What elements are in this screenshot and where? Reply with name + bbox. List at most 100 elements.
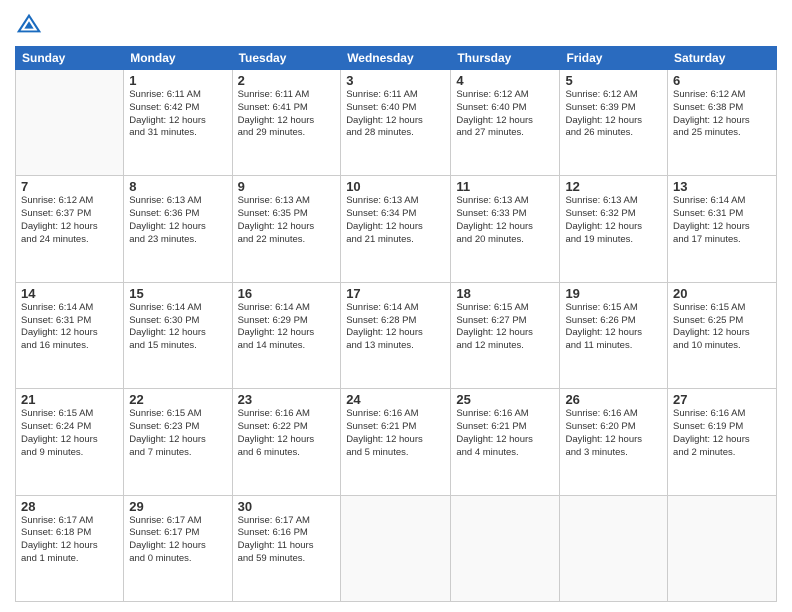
week-row-5: 28Sunrise: 6:17 AM Sunset: 6:18 PM Dayli… — [16, 495, 777, 601]
calendar-cell: 5Sunrise: 6:12 AM Sunset: 6:39 PM Daylig… — [560, 70, 668, 176]
weekday-header-saturday: Saturday — [668, 47, 777, 70]
day-info: Sunrise: 6:17 AM Sunset: 6:18 PM Dayligh… — [21, 515, 118, 566]
calendar-cell: 14Sunrise: 6:14 AM Sunset: 6:31 PM Dayli… — [16, 282, 124, 388]
day-info: Sunrise: 6:14 AM Sunset: 6:31 PM Dayligh… — [21, 302, 118, 353]
calendar-cell — [668, 495, 777, 601]
day-info: Sunrise: 6:16 AM Sunset: 6:20 PM Dayligh… — [565, 408, 662, 459]
weekday-header-sunday: Sunday — [16, 47, 124, 70]
day-info: Sunrise: 6:17 AM Sunset: 6:16 PM Dayligh… — [238, 515, 336, 566]
calendar-cell: 22Sunrise: 6:15 AM Sunset: 6:23 PM Dayli… — [124, 389, 232, 495]
calendar-cell: 13Sunrise: 6:14 AM Sunset: 6:31 PM Dayli… — [668, 176, 777, 282]
header — [15, 10, 777, 38]
day-number: 13 — [673, 179, 771, 194]
calendar-cell — [16, 70, 124, 176]
day-number: 2 — [238, 73, 336, 88]
day-info: Sunrise: 6:14 AM Sunset: 6:30 PM Dayligh… — [129, 302, 226, 353]
week-row-1: 1Sunrise: 6:11 AM Sunset: 6:42 PM Daylig… — [16, 70, 777, 176]
day-number: 24 — [346, 392, 445, 407]
weekday-header-friday: Friday — [560, 47, 668, 70]
day-info: Sunrise: 6:15 AM Sunset: 6:25 PM Dayligh… — [673, 302, 771, 353]
day-number: 27 — [673, 392, 771, 407]
calendar-cell: 10Sunrise: 6:13 AM Sunset: 6:34 PM Dayli… — [341, 176, 451, 282]
calendar-cell: 25Sunrise: 6:16 AM Sunset: 6:21 PM Dayli… — [451, 389, 560, 495]
calendar-table: SundayMondayTuesdayWednesdayThursdayFrid… — [15, 46, 777, 602]
calendar-cell — [341, 495, 451, 601]
day-number: 19 — [565, 286, 662, 301]
day-info: Sunrise: 6:14 AM Sunset: 6:28 PM Dayligh… — [346, 302, 445, 353]
day-number: 10 — [346, 179, 445, 194]
day-number: 29 — [129, 499, 226, 514]
logo-icon — [15, 10, 43, 38]
day-info: Sunrise: 6:13 AM Sunset: 6:34 PM Dayligh… — [346, 195, 445, 246]
calendar-cell: 28Sunrise: 6:17 AM Sunset: 6:18 PM Dayli… — [16, 495, 124, 601]
calendar-cell: 15Sunrise: 6:14 AM Sunset: 6:30 PM Dayli… — [124, 282, 232, 388]
day-number: 17 — [346, 286, 445, 301]
day-info: Sunrise: 6:12 AM Sunset: 6:40 PM Dayligh… — [456, 89, 554, 140]
day-number: 1 — [129, 73, 226, 88]
day-info: Sunrise: 6:11 AM Sunset: 6:41 PM Dayligh… — [238, 89, 336, 140]
day-info: Sunrise: 6:12 AM Sunset: 6:39 PM Dayligh… — [565, 89, 662, 140]
week-row-4: 21Sunrise: 6:15 AM Sunset: 6:24 PM Dayli… — [16, 389, 777, 495]
day-number: 7 — [21, 179, 118, 194]
calendar-cell: 30Sunrise: 6:17 AM Sunset: 6:16 PM Dayli… — [232, 495, 341, 601]
day-info: Sunrise: 6:12 AM Sunset: 6:38 PM Dayligh… — [673, 89, 771, 140]
day-number: 3 — [346, 73, 445, 88]
day-info: Sunrise: 6:14 AM Sunset: 6:29 PM Dayligh… — [238, 302, 336, 353]
day-info: Sunrise: 6:11 AM Sunset: 6:42 PM Dayligh… — [129, 89, 226, 140]
weekday-header-row: SundayMondayTuesdayWednesdayThursdayFrid… — [16, 47, 777, 70]
day-info: Sunrise: 6:15 AM Sunset: 6:23 PM Dayligh… — [129, 408, 226, 459]
logo — [15, 10, 47, 38]
calendar-cell: 2Sunrise: 6:11 AM Sunset: 6:41 PM Daylig… — [232, 70, 341, 176]
day-info: Sunrise: 6:15 AM Sunset: 6:27 PM Dayligh… — [456, 302, 554, 353]
weekday-header-wednesday: Wednesday — [341, 47, 451, 70]
day-info: Sunrise: 6:15 AM Sunset: 6:26 PM Dayligh… — [565, 302, 662, 353]
day-number: 11 — [456, 179, 554, 194]
day-number: 8 — [129, 179, 226, 194]
day-number: 4 — [456, 73, 554, 88]
calendar-cell: 21Sunrise: 6:15 AM Sunset: 6:24 PM Dayli… — [16, 389, 124, 495]
day-number: 6 — [673, 73, 771, 88]
calendar-cell: 26Sunrise: 6:16 AM Sunset: 6:20 PM Dayli… — [560, 389, 668, 495]
day-number: 18 — [456, 286, 554, 301]
calendar-cell: 27Sunrise: 6:16 AM Sunset: 6:19 PM Dayli… — [668, 389, 777, 495]
weekday-header-tuesday: Tuesday — [232, 47, 341, 70]
day-number: 28 — [21, 499, 118, 514]
week-row-3: 14Sunrise: 6:14 AM Sunset: 6:31 PM Dayli… — [16, 282, 777, 388]
day-number: 15 — [129, 286, 226, 301]
calendar-cell: 18Sunrise: 6:15 AM Sunset: 6:27 PM Dayli… — [451, 282, 560, 388]
day-number: 30 — [238, 499, 336, 514]
day-info: Sunrise: 6:13 AM Sunset: 6:36 PM Dayligh… — [129, 195, 226, 246]
calendar-cell: 17Sunrise: 6:14 AM Sunset: 6:28 PM Dayli… — [341, 282, 451, 388]
day-number: 20 — [673, 286, 771, 301]
calendar-cell — [560, 495, 668, 601]
day-info: Sunrise: 6:17 AM Sunset: 6:17 PM Dayligh… — [129, 515, 226, 566]
calendar-cell: 12Sunrise: 6:13 AM Sunset: 6:32 PM Dayli… — [560, 176, 668, 282]
calendar-cell: 9Sunrise: 6:13 AM Sunset: 6:35 PM Daylig… — [232, 176, 341, 282]
day-number: 16 — [238, 286, 336, 301]
day-info: Sunrise: 6:16 AM Sunset: 6:22 PM Dayligh… — [238, 408, 336, 459]
calendar-cell: 4Sunrise: 6:12 AM Sunset: 6:40 PM Daylig… — [451, 70, 560, 176]
calendar-cell: 23Sunrise: 6:16 AM Sunset: 6:22 PM Dayli… — [232, 389, 341, 495]
calendar-cell: 16Sunrise: 6:14 AM Sunset: 6:29 PM Dayli… — [232, 282, 341, 388]
calendar-cell: 7Sunrise: 6:12 AM Sunset: 6:37 PM Daylig… — [16, 176, 124, 282]
day-info: Sunrise: 6:16 AM Sunset: 6:21 PM Dayligh… — [346, 408, 445, 459]
page: SundayMondayTuesdayWednesdayThursdayFrid… — [0, 0, 792, 612]
day-info: Sunrise: 6:13 AM Sunset: 6:33 PM Dayligh… — [456, 195, 554, 246]
calendar-cell: 29Sunrise: 6:17 AM Sunset: 6:17 PM Dayli… — [124, 495, 232, 601]
weekday-header-thursday: Thursday — [451, 47, 560, 70]
day-info: Sunrise: 6:13 AM Sunset: 6:35 PM Dayligh… — [238, 195, 336, 246]
calendar-cell: 8Sunrise: 6:13 AM Sunset: 6:36 PM Daylig… — [124, 176, 232, 282]
day-number: 14 — [21, 286, 118, 301]
day-number: 25 — [456, 392, 554, 407]
calendar-cell: 3Sunrise: 6:11 AM Sunset: 6:40 PM Daylig… — [341, 70, 451, 176]
day-number: 22 — [129, 392, 226, 407]
day-info: Sunrise: 6:14 AM Sunset: 6:31 PM Dayligh… — [673, 195, 771, 246]
calendar-cell: 11Sunrise: 6:13 AM Sunset: 6:33 PM Dayli… — [451, 176, 560, 282]
calendar-cell: 1Sunrise: 6:11 AM Sunset: 6:42 PM Daylig… — [124, 70, 232, 176]
day-info: Sunrise: 6:16 AM Sunset: 6:21 PM Dayligh… — [456, 408, 554, 459]
weekday-header-monday: Monday — [124, 47, 232, 70]
day-number: 12 — [565, 179, 662, 194]
week-row-2: 7Sunrise: 6:12 AM Sunset: 6:37 PM Daylig… — [16, 176, 777, 282]
day-info: Sunrise: 6:13 AM Sunset: 6:32 PM Dayligh… — [565, 195, 662, 246]
calendar-cell: 6Sunrise: 6:12 AM Sunset: 6:38 PM Daylig… — [668, 70, 777, 176]
